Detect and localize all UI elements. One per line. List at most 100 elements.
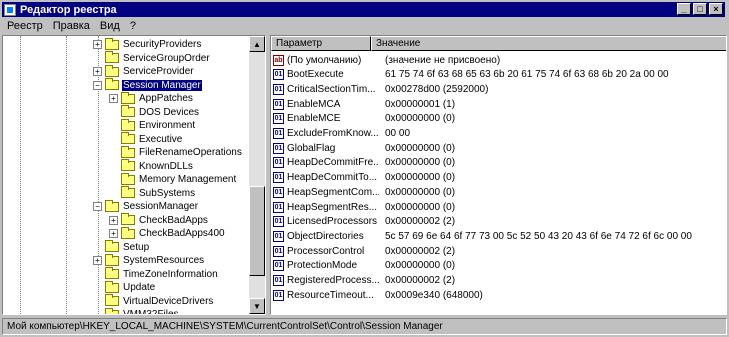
folder-icon [121,226,135,239]
folder-icon [105,240,119,252]
value-data: 0x00000002 (2) [385,275,456,286]
value-row[interactable]: 01 BootExecute 61 75 74 6f 63 68 65 63 6b … [273,68,669,82]
tree-item[interactable]: + AppPatches [109,91,194,105]
tree-item[interactable]: + CheckBadApps400 [109,226,226,240]
scroll-down-button[interactable]: ▼ [249,298,265,314]
expand-icon[interactable]: + [93,256,102,265]
tree-item[interactable]: ServiceGroupOrder [93,51,211,65]
value-data: 0x00000000 (0) [385,172,456,184]
collapse-icon[interactable]: − [93,80,102,90]
binary-value-icon: 01 [273,186,284,198]
tree-item[interactable]: VirtualDeviceDrivers [93,294,214,308]
expand-icon[interactable]: + [109,215,118,225]
title-bar[interactable]: Редактор реестра _ □ × [2,2,725,17]
expand-icon[interactable]: + [93,40,102,49]
tree-item[interactable]: − Session Manager [93,78,203,92]
tree-item-label: SessionManager [123,201,199,212]
value-row[interactable]: 01 ProtectionMode 0x00000000 (0) [273,259,455,273]
value-row[interactable]: 01 EnableMCA 0x00000001 (1) [273,97,455,111]
menu-registry[interactable]: Реестр [2,20,48,32]
tree-item-label: SystemResources [123,255,205,266]
expand-icon[interactable]: + [109,94,118,103]
value-name: LicensedProcessors [287,216,378,228]
tree-item-label: Executive [139,133,183,145]
menu-edit[interactable]: Правка [48,20,95,32]
maximize-button[interactable]: □ [693,3,707,15]
tree-item-label: Environment [139,120,196,131]
tree-item[interactable]: Executive [109,132,183,146]
value-data: 0x00000002 (2) [385,245,456,257]
value-row[interactable]: 01 GlobalFlag 0x00000000 (0) [273,141,455,155]
value-row[interactable]: 01 HeapSegmentRes... 0x00000000 (0) [273,200,455,214]
tree-item[interactable]: KnownDLLs [109,159,194,173]
binary-value-icon: 01 [273,230,284,242]
binary-value-icon: 01 [273,83,284,95]
tree-scrollbar[interactable]: ▲ ▼ [249,36,265,314]
value-name: CriticalSectionTim... [287,83,376,95]
value-data: 0x00000001 (1) [385,98,456,110]
tree-item[interactable]: VMM32Files [93,307,180,314]
value-data: 00 00 [385,128,411,139]
scroll-up-button[interactable]: ▲ [249,36,265,52]
folder-icon [121,91,135,104]
value-row[interactable]: 01 ObjectDirectories 5c 57 69 6e 64 6f 77 … [273,229,692,243]
tree-item[interactable]: Setup [93,240,150,254]
close-button[interactable]: × [709,3,723,15]
binary-value-icon: 01 [273,260,284,272]
folder-icon [121,159,135,171]
tree-item[interactable]: Memory Management [109,172,237,186]
folder-icon [105,51,119,63]
tree-item[interactable]: DOS Devices [109,105,200,119]
tree-item-label: VirtualDeviceDrivers [123,295,214,307]
tree-item-label: AppPatches [139,93,193,104]
key-tree-pane: + SecurityProviders ServiceGroupOrder + Serv… [2,35,266,315]
value-row[interactable]: 01 ResourceTimeout... 0x0009e340 (648000) [273,288,483,302]
value-row[interactable]: 01 HeapDeCommitTo... 0x00000000 (0) [273,171,455,185]
value-row[interactable]: 01 RegisteredProcess... 0x00000002 (2) [273,274,455,288]
binary-value-icon: 01 [273,275,284,286]
value-name: ProcessorControl [287,245,365,257]
value-row[interactable]: ab (По умолчанию) (значение не присвоено) [273,53,500,67]
value-row[interactable]: 01 ExcludeFromKnow... 00 00 [273,127,410,141]
value-row[interactable]: 01 HeapDeCommitFre... 0x00000000 (0) [273,156,455,170]
scroll-thumb[interactable] [249,186,265,276]
tree-item[interactable]: Update [93,280,156,294]
tree-item[interactable]: + SystemResources [93,253,205,267]
tree-item[interactable]: + ServiceProvider [93,64,195,78]
tree-item-label: SecurityProviders [123,39,202,50]
window-title: Редактор реестра [20,3,117,16]
value-row[interactable]: 01 EnableMCE 0x00000000 (0) [273,112,455,126]
tree-item[interactable]: + CheckBadApps [109,213,209,227]
folder-icon [121,118,135,131]
value-row[interactable]: 01 ProcessorControl 0x00000002 (2) [273,244,455,258]
tree-item-label: ServiceGroupOrder [123,52,210,64]
tree-line [66,36,67,314]
value-row[interactable]: 01 CriticalSectionTim... 0x00278d00 (25920… [273,82,488,96]
tree-item-label: SubSystems [139,187,196,199]
value-name: ProtectionMode [287,260,358,272]
menu-view[interactable]: Вид [95,20,125,32]
menu-help[interactable]: ? [125,20,141,32]
binary-value-icon: 01 [273,216,284,228]
tree-item[interactable]: SubSystems [109,186,196,200]
column-header-name[interactable]: Параметр [271,36,371,51]
binary-value-icon: 01 [273,128,284,139]
registry-icon [4,3,16,16]
tree-item-label: KnownDLLs [139,160,193,172]
expand-icon[interactable]: + [93,67,102,76]
column-header-value[interactable]: Значение [371,36,726,51]
list-header: Параметр Значение [271,36,726,51]
collapse-icon[interactable]: − [93,202,102,211]
tree-item[interactable]: TimeZoneInformation [93,267,219,281]
folder-icon [121,213,135,225]
tree-item[interactable]: FileRenameOperations [109,145,243,159]
value-data: 0x00000002 (2) [385,216,456,228]
value-data: 5c 57 69 6e 64 6f 77 73 00 5c 52 50 43 2… [385,230,692,242]
tree-item[interactable]: Environment [109,118,196,132]
tree-item[interactable]: + SecurityProviders [93,37,202,51]
minimize-button[interactable]: _ [677,3,691,15]
tree-item[interactable]: − SessionManager [93,199,199,213]
value-row[interactable]: 01 LicensedProcessors 0x00000002 (2) [273,215,455,229]
expand-icon[interactable]: + [109,229,118,238]
value-row[interactable]: 01 HeapSegmentCom... 0x00000000 (0) [273,185,455,199]
